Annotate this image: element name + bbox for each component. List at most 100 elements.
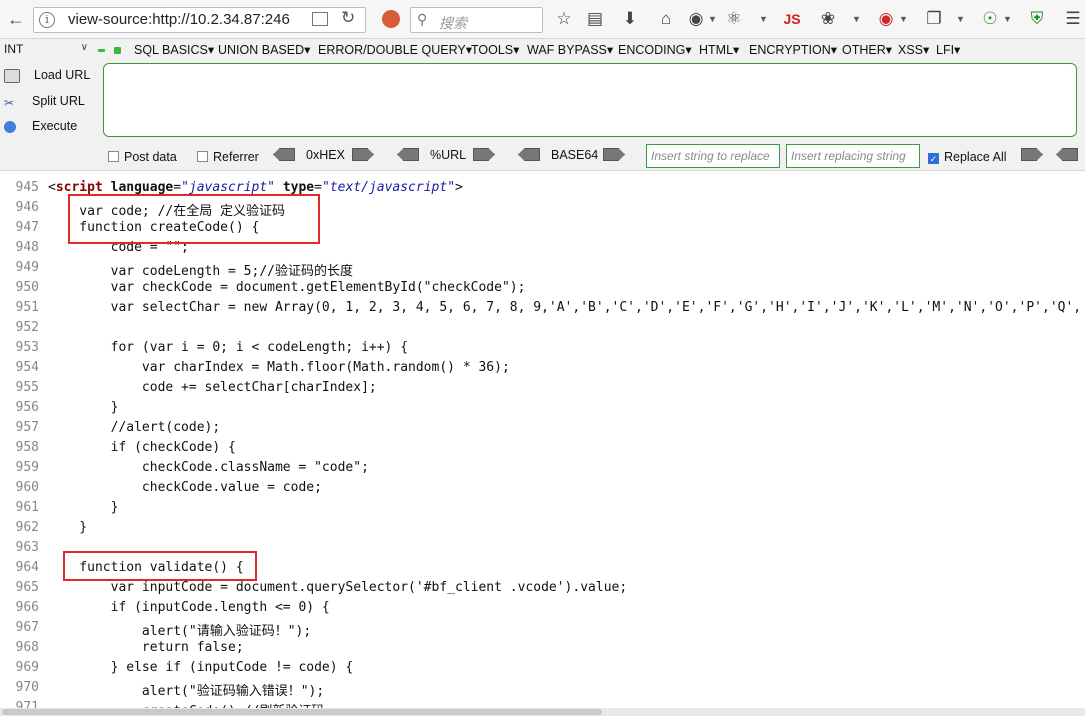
split-url-label: Split URL [32, 94, 85, 108]
url-encode-arrow-icon[interactable] [473, 148, 495, 161]
blocker-icon[interactable] [382, 10, 400, 28]
hackbar-toggle-icon[interactable]: ◉ [876, 9, 896, 29]
reader-view-icon[interactable] [312, 12, 328, 26]
chevron-down-icon[interactable]: ▼ [1003, 14, 1012, 24]
back-arrow-icon: ← [7, 8, 25, 29]
code-text: } [48, 400, 119, 415]
search-box[interactable]: ⚲ 搜索 [410, 7, 543, 33]
referrer-checkbox[interactable]: Referrer [197, 150, 259, 164]
code-text: var checkCode = document.getElementById(… [48, 280, 526, 295]
menu-xss[interactable]: XSS▾ [898, 42, 929, 57]
post-data-label: Post data [124, 150, 177, 164]
shield-icon[interactable]: ⛨ [1027, 9, 1047, 29]
line-number: 957 [15, 420, 39, 435]
line-number: 950 [15, 280, 39, 295]
line-number: 970 [15, 680, 39, 695]
code-text: //alert(code); [48, 420, 221, 435]
insert-replacing-input[interactable]: Insert replacing string [786, 144, 920, 168]
download-icon[interactable]: ⬇ [620, 9, 640, 29]
base64-decode-arrow-icon[interactable] [518, 148, 540, 161]
line-number: 958 [15, 440, 39, 455]
insert-string-input[interactable]: Insert string to replace [646, 144, 780, 168]
home-icon[interactable]: ⌂ [656, 9, 676, 29]
execute-button[interactable]: Execute [4, 119, 77, 133]
post-data-box[interactable] [108, 151, 119, 162]
menu-icon[interactable]: ☰ [1063, 9, 1083, 29]
sql-type-value: INT [4, 42, 24, 56]
reading-list-icon[interactable]: ▤ [585, 9, 605, 29]
hex-encode-arrow-icon[interactable] [352, 148, 374, 161]
horizontal-scrollbar[interactable] [0, 708, 1085, 716]
info-icon[interactable]: i [39, 12, 55, 28]
minus-icon[interactable] [98, 49, 105, 52]
hex-label: 0xHEX [306, 148, 345, 162]
back-button[interactable]: ← [5, 8, 27, 30]
menu-error-double-query[interactable]: ERROR/DOUBLE QUERY▾ [318, 42, 472, 57]
menu-lfi[interactable]: LFI▾ [936, 42, 960, 57]
line-number: 952 [15, 320, 39, 335]
globe-icon[interactable]: ☉ [980, 9, 1000, 29]
replace-all-box[interactable]: ✓ [928, 153, 939, 164]
code-text: <script language="javascript" type="text… [48, 180, 463, 195]
url-text: view-source:http://10.2.34.87:246 [68, 11, 290, 28]
chevron-down-icon: ∨ [80, 42, 88, 53]
menu-tools[interactable]: TOOLS▾ [471, 42, 519, 57]
load-url-button[interactable]: Load URL [4, 68, 90, 83]
code-text: } else if (inputCode != code) { [48, 660, 354, 675]
line-number: 955 [15, 380, 39, 395]
chevron-down-icon[interactable]: ▼ [956, 14, 965, 24]
base64-encode-arrow-icon[interactable] [603, 148, 625, 161]
menu-waf-bypass[interactable]: WAF BYPASS▾ [527, 42, 613, 57]
search-icon: ⚲ [417, 11, 428, 27]
code-text: var codeLength = 5;//验证码的长度 [48, 264, 353, 279]
line-number: 949 [15, 260, 39, 275]
plus-icon[interactable] [114, 47, 121, 54]
chevron-down-icon[interactable]: ▼ [899, 14, 908, 24]
replace-all-checkbox[interactable]: ✓ Replace All [928, 150, 1007, 164]
line-number: 947 [15, 220, 39, 235]
menu-html[interactable]: HTML▾ [699, 42, 739, 57]
scissors-icon: ✂ [4, 95, 15, 110]
sync-icon[interactable]: ◉ [686, 9, 706, 29]
line-number: 953 [15, 340, 39, 355]
replace-forward-arrow-icon[interactable] [1021, 148, 1043, 161]
palette-icon[interactable]: ⚛ [724, 9, 744, 29]
scrollbar-thumb[interactable] [2, 709, 602, 715]
window-icon[interactable]: ❐ [924, 9, 944, 29]
code-text: } [48, 520, 88, 535]
line-number: 961 [15, 500, 39, 515]
line-number: 956 [15, 400, 39, 415]
base64-label: BASE64 [551, 148, 599, 162]
navigation-toolbar: ← i view-source:http://10.2.34.87:246 ↻ … [0, 0, 1085, 39]
sql-type-select[interactable]: INT ∨ [4, 42, 88, 58]
chevron-down-icon[interactable]: ▼ [708, 14, 717, 24]
line-number: 969 [15, 660, 39, 675]
chevron-down-icon[interactable]: ▼ [852, 14, 861, 24]
menu-encryption[interactable]: ENCRYPTION▾ [749, 42, 837, 57]
hex-decode-arrow-icon[interactable] [273, 148, 295, 161]
reload-icon[interactable]: ↻ [341, 8, 355, 28]
line-number: 967 [15, 620, 39, 635]
line-number: 946 [15, 200, 39, 215]
replace-back-arrow-icon[interactable] [1056, 148, 1078, 161]
chevron-down-icon[interactable]: ▼ [759, 14, 768, 24]
menu-other[interactable]: OTHER▾ [842, 42, 892, 57]
split-url-button[interactable]: ✂ Split URL [4, 94, 85, 110]
menu-encoding[interactable]: ENCODING▾ [618, 42, 692, 57]
bug-icon[interactable]: ❀ [818, 9, 838, 29]
url-decode-arrow-icon[interactable] [397, 148, 419, 161]
referrer-box[interactable] [197, 151, 208, 162]
line-number: 966 [15, 600, 39, 615]
code-text: checkCode.value = code; [48, 480, 322, 495]
menu-union-based[interactable]: UNION BASED▾ [218, 42, 310, 57]
url-textarea[interactable] [103, 63, 1077, 137]
post-data-checkbox[interactable]: Post data [108, 150, 177, 164]
execute-label: Execute [32, 119, 78, 133]
code-text: var charIndex = Math.floor(Math.random()… [48, 360, 510, 375]
bookmark-star-icon[interactable]: ☆ [554, 9, 574, 29]
hackbar-panel: Load URL ✂ Split URL Execute Post data Re… [0, 62, 1085, 170]
line-number: 962 [15, 520, 39, 535]
javascript-toggle-icon[interactable]: JS [782, 9, 802, 29]
menu-sql-basics[interactable]: SQL BASICS▾ [134, 42, 214, 57]
replace-all-label: Replace All [944, 150, 1007, 164]
